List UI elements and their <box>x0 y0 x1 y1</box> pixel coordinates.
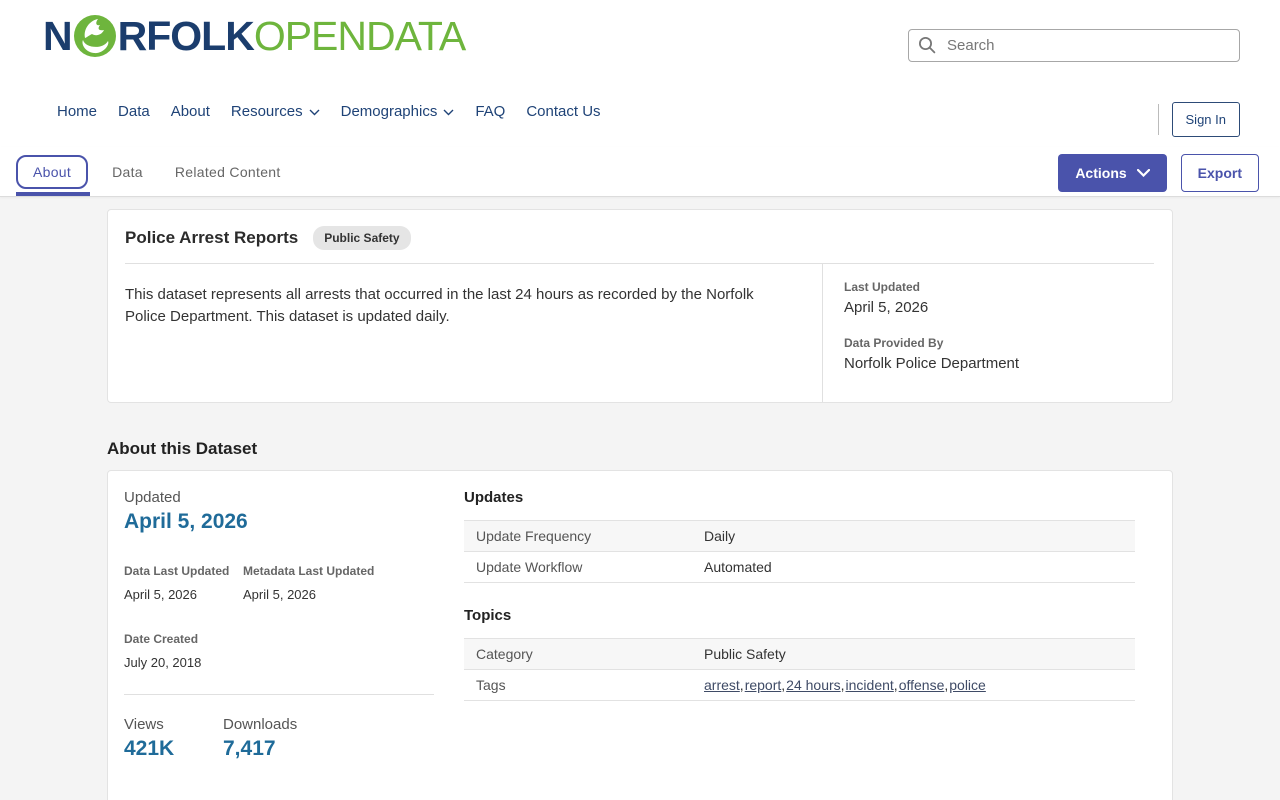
downloads-label: Downloads <box>223 716 298 733</box>
tag-link-incident[interactable]: incident <box>846 677 899 693</box>
dataset-summary-body: This dataset represents all arrests that… <box>125 264 1154 402</box>
dataset-title-row: Police Arrest Reports Public Safety <box>125 226 1154 264</box>
nav-item-demographics[interactable]: Demographics <box>341 103 455 120</box>
views-group: Views 421K <box>124 716 223 761</box>
tag-link-24-hours[interactable]: 24 hours <box>786 677 845 693</box>
nav-item-data[interactable]: Data <box>118 103 150 120</box>
dataset-summary-card: Police Arrest Reports Public Safety This… <box>107 209 1173 403</box>
dataset-title: Police Arrest Reports <box>125 228 299 247</box>
site-header: N RFOLK OPENDATA Home Data About Resourc… <box>0 0 1280 147</box>
update-frequency-value: Daily <box>704 528 736 544</box>
tag-link-police[interactable]: police <box>949 677 986 693</box>
updates-heading: Updates <box>464 489 524 506</box>
actions-button[interactable]: Actions <box>1058 154 1167 192</box>
about-section-heading: About this Dataset <box>107 439 258 458</box>
data-last-updated-group: Data Last Updated April 5, 2026 <box>124 564 243 602</box>
table-row: Update Frequency Daily <box>464 520 1135 552</box>
table-row: Tags arrestreport24 hoursincidentoffense… <box>464 669 1135 701</box>
stats-divider <box>124 694 434 695</box>
tags-label: Tags <box>476 677 506 693</box>
date-created-value: July 20, 2018 <box>124 655 202 670</box>
tab-related-content[interactable]: Related Content <box>159 155 297 189</box>
date-created-group: Date Created July 20, 2018 <box>124 632 434 670</box>
tag-link-report[interactable]: report <box>745 677 786 693</box>
updated-label: Updated <box>124 489 181 506</box>
update-frequency-label: Update Frequency <box>476 528 592 544</box>
data-last-updated-value: April 5, 2026 <box>124 587 197 602</box>
signin-zone: Sign In <box>1157 102 1240 137</box>
tabbar-actions: Actions Export <box>1058 154 1259 192</box>
tab-data[interactable]: Data <box>96 155 159 189</box>
chevron-down-icon <box>309 109 320 116</box>
logo-text-n: N <box>43 13 73 59</box>
provided-by-value: Norfolk Police Department <box>844 355 1020 372</box>
category-badge: Public Safety <box>313 226 411 250</box>
tag-link-arrest[interactable]: arrest <box>704 677 745 693</box>
last-updated-label: Last Updated <box>844 280 921 294</box>
dataset-tabbar: About Data Related Content Actions Expor… <box>0 147 1280 197</box>
about-dataset-card: Updated April 5, 2026 Data Last Updated … <box>107 470 1173 800</box>
main-nav: Home Data About Resources Demographics F… <box>57 103 601 120</box>
page-content: Police Arrest Reports Public Safety This… <box>0 197 1280 800</box>
metadata-last-updated-group: Metadata Last Updated April 5, 2026 <box>243 564 374 602</box>
search-icon <box>919 37 936 54</box>
provided-by-label: Data Provided By <box>844 336 944 350</box>
views-value: 421K <box>124 737 175 760</box>
category-label: Category <box>476 646 533 662</box>
chevron-down-icon <box>443 109 454 116</box>
metadata-last-updated-label: Metadata Last Updated <box>243 564 375 578</box>
last-updated-pair: Data Last Updated April 5, 2026 Metadata… <box>124 564 434 602</box>
update-workflow-value: Automated <box>704 559 772 575</box>
tab-about[interactable]: About <box>16 154 89 189</box>
category-value: Public Safety <box>704 646 786 662</box>
header-divider <box>1157 104 1159 135</box>
metadata-last-updated-value: April 5, 2026 <box>243 587 316 602</box>
logo-text-opendata: OPENDATA <box>253 13 466 59</box>
stats-column: Updated April 5, 2026 Data Last Updated … <box>124 489 434 800</box>
chevron-down-icon <box>1136 169 1150 177</box>
export-button[interactable]: Export <box>1180 154 1259 192</box>
logo-text-rfolk: RFOLK <box>117 13 255 59</box>
last-updated-value: April 5, 2026 <box>844 299 929 316</box>
updates-table: Update Frequency Daily Update Workflow A… <box>464 520 1135 583</box>
downloads-group: Downloads 7,417 <box>223 716 297 761</box>
topics-block: Topics Category Public Safety Tags arres… <box>464 607 1135 701</box>
tags-value: arrestreport24 hoursincidentoffensepolic… <box>692 670 1135 701</box>
nav-item-about[interactable]: About <box>171 103 210 120</box>
tag-link-offense[interactable]: offense <box>899 677 950 693</box>
views-label: Views <box>124 716 164 733</box>
nav-item-resources[interactable]: Resources <box>231 103 320 120</box>
topics-table: Category Public Safety Tags arrestreport… <box>464 638 1135 701</box>
header-search <box>908 29 1240 62</box>
site-logo[interactable]: N RFOLK OPENDATA <box>43 12 466 60</box>
table-row: Update Workflow Automated <box>464 551 1135 583</box>
last-updated-group: Last Updated April 5, 2026 <box>844 280 1154 316</box>
search-input[interactable] <box>908 29 1240 62</box>
topics-heading: Topics <box>464 607 512 624</box>
nav-item-contact-us[interactable]: Contact Us <box>526 103 600 120</box>
dataset-description: This dataset represents all arrests that… <box>125 286 754 325</box>
update-workflow-label: Update Workflow <box>476 559 583 575</box>
date-created-label: Date Created <box>124 632 199 646</box>
updated-value: April 5, 2026 <box>124 510 248 533</box>
active-tab-underline <box>16 192 90 196</box>
downloads-value: 7,417 <box>223 737 276 760</box>
nav-item-faq[interactable]: FAQ <box>475 103 505 120</box>
norfolk-mermaid-logo-icon <box>73 15 116 57</box>
metadata-tables-column: Updates Update Frequency Daily Update Wo… <box>464 489 1135 800</box>
views-downloads-row: Views 421K Downloads 7,417 <box>124 716 434 782</box>
provided-by-group: Data Provided By Norfolk Police Departme… <box>844 336 1154 372</box>
dataset-meta-panel: Last Updated April 5, 2026 Data Provided… <box>822 264 1154 402</box>
data-last-updated-label: Data Last Updated <box>124 564 230 578</box>
sign-in-button[interactable]: Sign In <box>1171 102 1240 137</box>
nav-item-home[interactable]: Home <box>57 103 97 120</box>
table-row: Category Public Safety <box>464 638 1135 670</box>
